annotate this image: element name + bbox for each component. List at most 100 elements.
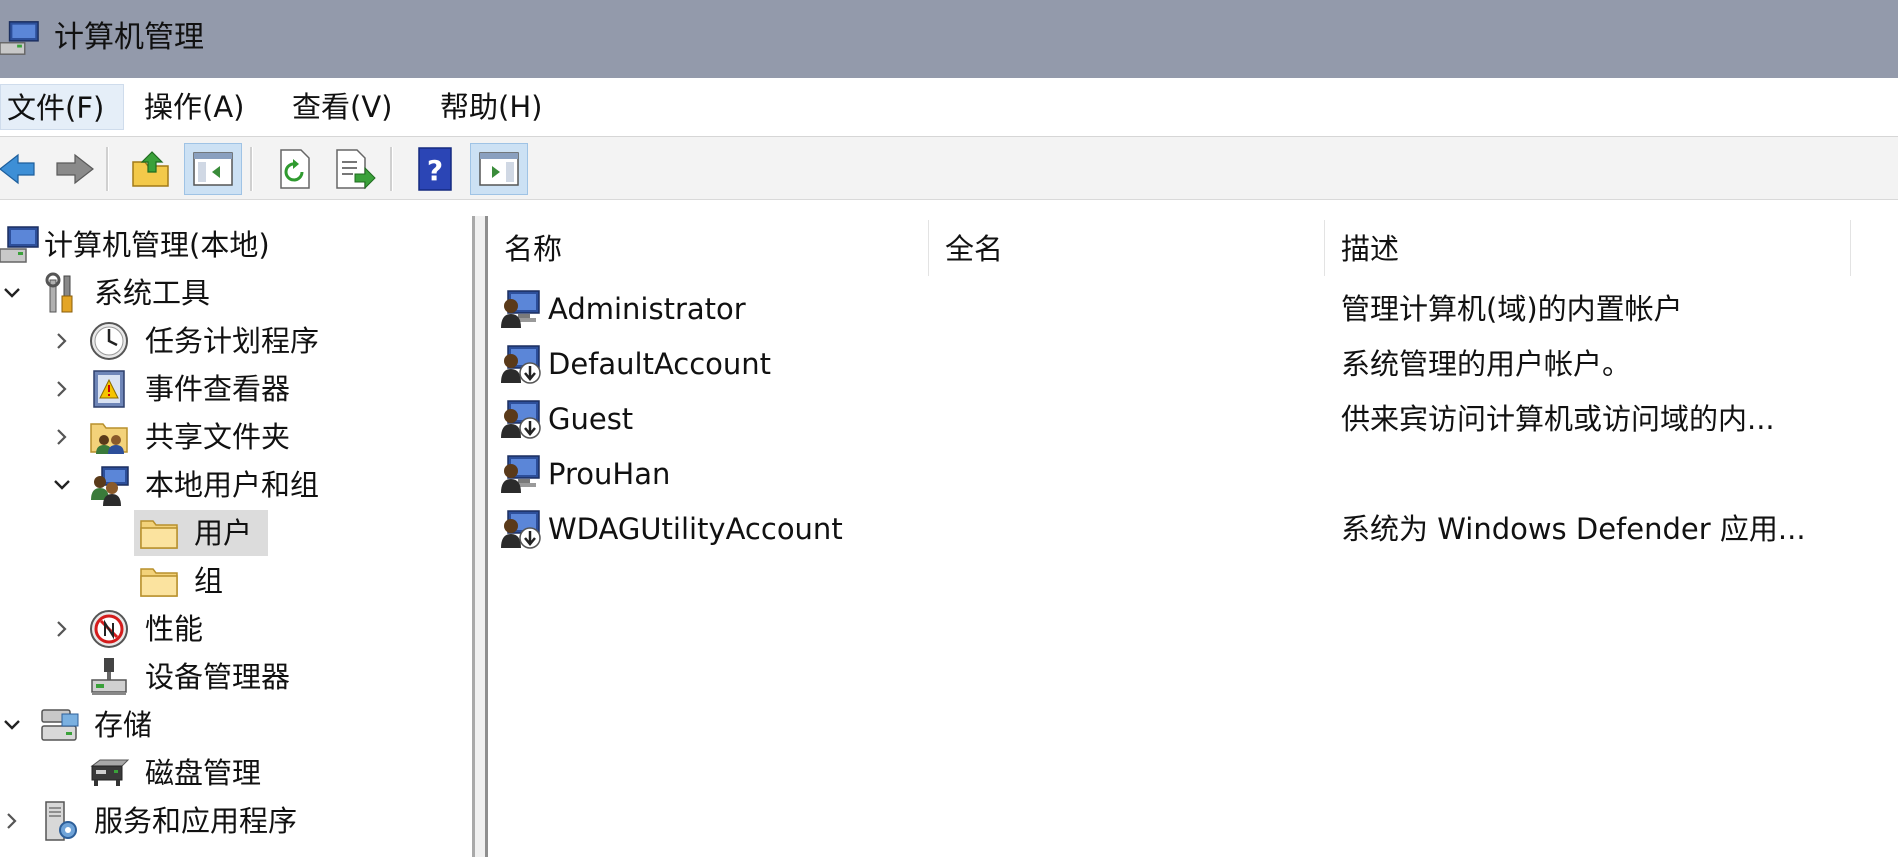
user-description: 管理计算机(域)的内置帐户 (1341, 292, 1683, 326)
back-arrow-icon (0, 153, 35, 185)
tree-item-shared-folders[interactable]: 共享文件夹 (0, 414, 470, 460)
event-viewer-icon (93, 370, 125, 408)
user-list-pane: 名称 全名 描述 Administrator 管理计算机(域)的内置帐户 Def… (488, 216, 1898, 857)
show-hide-action-pane-icon (479, 152, 519, 186)
user-name: DefaultAccount (548, 347, 772, 381)
disabled-user-icon (500, 343, 542, 385)
tree-label: 本地用户和组 (145, 468, 320, 502)
user-description: 供来宾访问计算机或访问域的内... (1341, 402, 1775, 436)
tree-label: 任务计划程序 (145, 324, 320, 358)
tree-label: 存储 (94, 708, 153, 742)
tree-item-task-scheduler[interactable]: 任务计划程序 (0, 318, 470, 364)
storage-icon (41, 709, 79, 741)
user-icon (500, 453, 542, 495)
user-description: 系统为 Windows Defender 应用... (1341, 512, 1806, 546)
tree-label: 组 (194, 564, 224, 598)
toolbar-separator (250, 147, 253, 191)
tree-item-disk-management[interactable]: 磁盘管理 (0, 750, 470, 796)
folder-icon (138, 560, 180, 602)
tree-label: 系统工具 (94, 276, 211, 310)
help-icon: ? (418, 147, 452, 191)
disabled-user-icon (500, 508, 542, 550)
column-separator[interactable] (1850, 220, 1851, 276)
shared-folder-icon (90, 423, 128, 454)
menu-help[interactable]: 帮助(H) (434, 84, 548, 130)
list-item[interactable]: Guest 供来宾访问计算机或访问域的内... (488, 392, 1898, 446)
user-name: Administrator (548, 292, 746, 326)
disabled-user-icon (500, 398, 542, 440)
chevron-right-icon[interactable] (2, 811, 22, 831)
show-hide-console-tree-button[interactable] (184, 143, 242, 195)
tree-item-services-apps[interactable]: 服务和应用程序 (0, 798, 470, 844)
tree-item-users[interactable]: 用户 (134, 510, 268, 556)
performance-icon (90, 610, 128, 648)
disk-management-icon (90, 759, 130, 786)
list-item[interactable]: DefaultAccount 系统管理的用户帐户。 (488, 337, 1898, 391)
chevron-right-icon[interactable] (52, 427, 72, 447)
list-item[interactable]: Administrator 管理计算机(域)的内置帐户 (488, 282, 1898, 336)
toolbar-separator (390, 147, 393, 191)
list-item[interactable]: ProuHan (488, 447, 1898, 501)
tree-label: 事件查看器 (145, 372, 291, 406)
forward-button[interactable] (44, 143, 102, 195)
menu-file[interactable]: 文件(F) (0, 84, 124, 130)
tools-icon (45, 272, 73, 313)
tree-label: 计算机管理(本地) (44, 228, 270, 262)
tree-label: 性能 (145, 612, 204, 646)
user-icon (500, 288, 542, 330)
tree-item-performance[interactable]: 性能 (0, 606, 470, 652)
tree-label: 设备管理器 (145, 660, 291, 694)
window-title: 计算机管理 (54, 20, 204, 55)
services-icon (45, 801, 77, 841)
column-header-description[interactable]: 描述 (1325, 216, 1850, 282)
user-name: Guest (548, 402, 634, 436)
export-list-icon (336, 149, 376, 190)
chevron-right-icon[interactable] (52, 379, 72, 399)
chevron-right-icon[interactable] (52, 619, 72, 639)
folder-icon (138, 512, 180, 554)
tree-item-system-tools[interactable]: 系统工具 (0, 270, 470, 316)
column-header-name[interactable]: 名称 (488, 216, 928, 282)
tree-label: 磁盘管理 (145, 756, 262, 790)
user-name: WDAGUtilityAccount (548, 512, 843, 546)
tree-item-root[interactable]: 计算机管理(本地) (0, 222, 470, 268)
list-item[interactable]: WDAGUtilityAccount 系统为 Windows Defender … (488, 502, 1898, 556)
menu-action[interactable]: 操作(A) (138, 84, 250, 130)
refresh-button[interactable] (266, 143, 324, 195)
forward-arrow-icon (56, 153, 94, 185)
computer-management-icon (0, 226, 39, 263)
menu-bar: 文件(F) 操作(A) 查看(V) 帮助(H) (0, 78, 1898, 137)
tree-label: 共享文件夹 (145, 420, 291, 454)
tree-item-device-manager[interactable]: 设备管理器 (0, 654, 470, 700)
export-list-button[interactable] (326, 143, 384, 195)
computer-management-icon (0, 21, 39, 55)
chevron-down-icon[interactable] (2, 283, 22, 303)
user-description: 系统管理的用户帐户。 (1341, 347, 1632, 381)
help-button[interactable]: ? (406, 143, 464, 195)
clock-icon (90, 322, 128, 360)
local-users-groups-icon (91, 466, 129, 506)
chevron-down-icon[interactable] (2, 715, 22, 735)
refresh-icon (280, 149, 310, 189)
user-name: ProuHan (548, 457, 671, 491)
up-folder-icon (132, 151, 169, 187)
up-one-level-button[interactable] (122, 143, 180, 195)
chevron-down-icon[interactable] (52, 475, 72, 495)
chevron-right-icon[interactable] (52, 331, 72, 351)
toolbar-separator (106, 147, 109, 191)
title-bar: 计算机管理 (0, 0, 1898, 78)
column-header-fullname[interactable]: 全名 (929, 216, 1324, 282)
tree-item-local-users-groups[interactable]: 本地用户和组 (0, 462, 470, 508)
console-tree: 计算机管理(本地) 系统工具 任务计划程序 事件查看器 共享文件夹 本地用户和组… (0, 216, 475, 857)
tree-item-groups[interactable]: 组 (134, 558, 268, 604)
back-button[interactable] (0, 143, 36, 195)
tree-item-storage[interactable]: 存储 (0, 702, 470, 748)
menu-view[interactable]: 查看(V) (286, 84, 398, 130)
show-hide-action-pane-button[interactable] (470, 143, 528, 195)
show-hide-console-tree-icon (193, 152, 233, 186)
device-manager-icon (91, 658, 127, 695)
tree-label: 服务和应用程序 (94, 804, 298, 838)
svg-text:?: ? (427, 154, 443, 187)
tree-item-event-viewer[interactable]: 事件查看器 (0, 366, 470, 412)
tree-label: 用户 (194, 516, 253, 550)
